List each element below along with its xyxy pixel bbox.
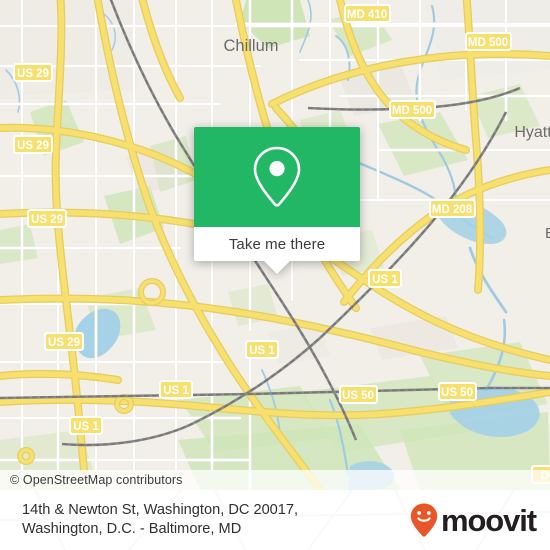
take-me-there-callout[interactable]: Take me there [194,127,360,274]
svg-text:US 29: US 29 [17,68,49,80]
osm-attribution: © OpenStreetMap contributors [0,470,550,490]
svg-text:US 29: US 29 [31,214,63,226]
svg-text:US 29: US 29 [17,140,49,152]
svg-text:US 1: US 1 [249,345,275,357]
svg-text:US 1: US 1 [73,421,99,433]
footer-bar: 14th & Newton St, Washington, DC 20017, … [0,490,550,550]
moovit-wordmark: moovit [440,502,537,538]
take-me-there-button[interactable]: Take me there [194,227,360,261]
moovit-smiley-pin-icon [410,503,438,537]
svg-text:US 1: US 1 [163,385,189,397]
svg-text:US 29: US 29 [48,337,80,349]
map-pin-outline-icon [253,146,301,207]
svg-text:US 1: US 1 [372,274,398,286]
svg-text:B: B [545,225,550,242]
address-line-2: Washington, D.C. - Baltimore, MD [22,521,242,537]
svg-text:Chillum: Chillum [223,37,278,55]
moovit-brand[interactable]: moovit [409,502,537,538]
svg-text:MD 208: MD 208 [432,204,473,216]
svg-text:Hyatts: Hyatts [514,124,550,141]
location-address: 14th & Newton St, Washington, DC 20017, … [22,501,298,539]
osm-attribution-text: © OpenStreetMap contributors [10,473,183,487]
svg-text:MD 500: MD 500 [468,37,508,49]
address-line-1: 14th & Newton St, Washington, DC 20017, [22,502,299,518]
svg-text:US 50: US 50 [342,390,374,402]
take-me-there-label: Take me there [228,235,326,253]
svg-text:US 50: US 50 [441,387,473,399]
callout-pointer-tail [264,261,290,274]
callout-header [194,127,360,227]
moovit-map-screenshot: .rd{stroke:#f7e06e;stroke-linecap:round;… [0,0,550,550]
svg-text:MD 410: MD 410 [347,9,387,21]
svg-text:MD 500: MD 500 [392,105,432,117]
